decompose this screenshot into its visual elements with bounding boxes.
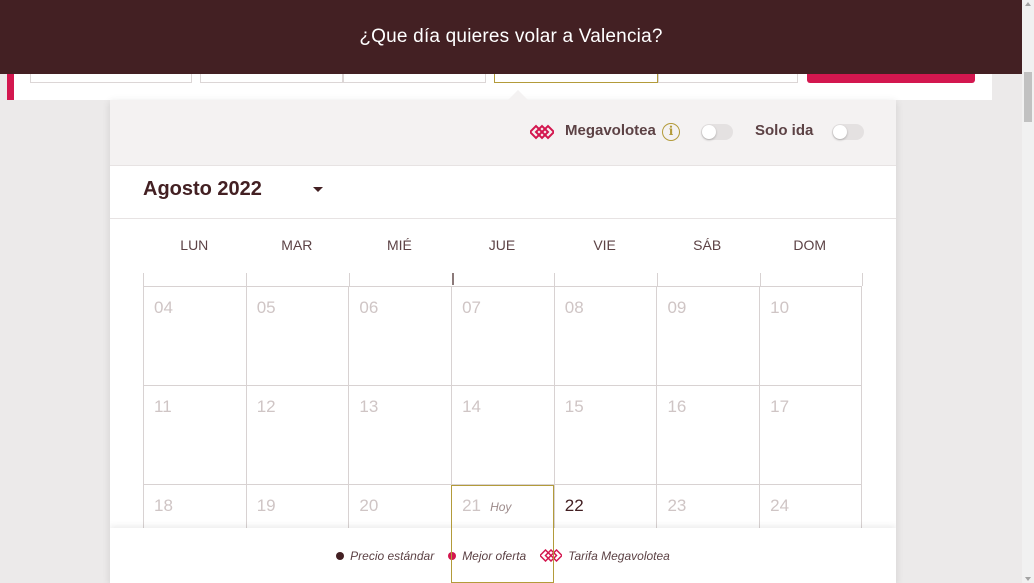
cell-divider: [246, 273, 247, 286]
weekday-mie: MIÉ: [387, 237, 412, 253]
legend-standard-label: Precio estándar: [350, 548, 435, 563]
day-number: 13: [359, 397, 379, 416]
megavolotea-icon: [530, 124, 554, 140]
day-cell: 11: [143, 386, 246, 484]
day-cell: 13: [348, 386, 451, 484]
scroll-up-icon[interactable]: [1025, 2, 1031, 6]
page-scrollbar[interactable]: [1022, 0, 1034, 583]
panel-pointer: [508, 90, 528, 100]
legend-standard: Precio estándar: [336, 549, 434, 563]
day-number: 08: [564, 298, 584, 317]
day-number: 10: [770, 298, 790, 317]
day-number: 18: [154, 496, 173, 515]
day-number: 22: [564, 496, 584, 515]
day-cell: 08: [553, 287, 657, 385]
info-icon[interactable]: i: [662, 123, 680, 141]
scroll-thumb[interactable]: [1024, 72, 1032, 122]
day-cell-today: 21 Hoy: [451, 485, 554, 583]
weekday-lun: LUN: [180, 237, 209, 253]
day-number: 09: [667, 298, 687, 317]
legend-mega: Tarifa Megavolotea: [540, 549, 670, 563]
day-number: 19: [256, 496, 276, 515]
day-number: 17: [770, 397, 790, 416]
day-number: 04: [154, 298, 173, 317]
weekday-vie: VIE: [593, 237, 616, 253]
cell-divider: [657, 273, 658, 286]
today-label: Hoy: [490, 500, 512, 514]
day-cell: 09: [656, 287, 759, 385]
day-number: 12: [256, 397, 276, 416]
day-number: 14: [462, 397, 481, 416]
day-cell: 17: [759, 386, 862, 484]
toggle-knob: [833, 125, 847, 139]
weekday-header: LUN MAR MIÉ JUE VIE SÁB DOM: [143, 237, 861, 257]
cell-divider: [760, 273, 761, 286]
weekday-dom: DOM: [793, 237, 827, 253]
chevron-down-icon[interactable]: [313, 187, 323, 192]
day-number: 06: [359, 298, 379, 317]
day-cell: 15: [553, 386, 657, 484]
cell-divider: [349, 273, 350, 286]
weekday-mar: MAR: [281, 237, 313, 253]
day-number: 15: [564, 397, 584, 416]
calendar-options: Megavolotea i Solo ida: [110, 100, 896, 166]
solo-ida-label: Solo ida: [755, 122, 814, 139]
scroll-down-icon[interactable]: [1025, 577, 1031, 581]
megavolotea-toggle[interactable]: [701, 124, 733, 140]
day-number: 21: [462, 496, 481, 515]
day-number: 07: [462, 298, 481, 317]
month-label: Agosto 2022: [143, 178, 262, 200]
cell-divider: [452, 273, 454, 285]
previous-week-edge: [143, 273, 863, 286]
calendar-week: 04 05 06 07 08 09 10: [143, 286, 862, 385]
calendar-panel: Megavolotea i Solo ida Agosto 2022 LUN M…: [110, 100, 896, 583]
standard-price-dot-icon: [336, 551, 345, 560]
day-cell: 14: [451, 386, 554, 484]
day-number: 16: [667, 397, 687, 416]
solo-ida-toggle[interactable]: [832, 124, 864, 140]
day-number: 24: [770, 496, 790, 515]
day-cell: 05: [245, 287, 349, 385]
cell-divider: [554, 273, 555, 286]
day-cell: 07: [451, 287, 554, 385]
day-number: 20: [359, 496, 379, 515]
megavolotea-label: Megavolotea: [565, 122, 656, 139]
month-selector[interactable]: Agosto 2022: [110, 166, 896, 219]
day-number: 23: [667, 496, 687, 515]
calendar-week: 11 12 13 14 15 16 17: [143, 385, 862, 484]
toggle-knob: [702, 125, 716, 139]
weekday-sab: SÁB: [693, 237, 722, 253]
day-cell: 10: [759, 287, 862, 385]
legend-mega-label: Tarifa Megavolotea: [568, 548, 670, 563]
page-title: ¿Que día quieres volar a Valencia?: [359, 26, 663, 47]
day-cell: 04: [143, 287, 246, 385]
day-number: 11: [154, 397, 172, 416]
weekday-jue: JUE: [488, 237, 516, 253]
cell-divider: [862, 273, 863, 286]
header-banner: ¿Que día quieres volar a Valencia?: [0, 0, 1022, 74]
day-cell: 12: [245, 386, 349, 484]
day-cell: 16: [656, 386, 759, 484]
day-cell: 06: [348, 287, 451, 385]
day-number: 05: [256, 298, 276, 317]
